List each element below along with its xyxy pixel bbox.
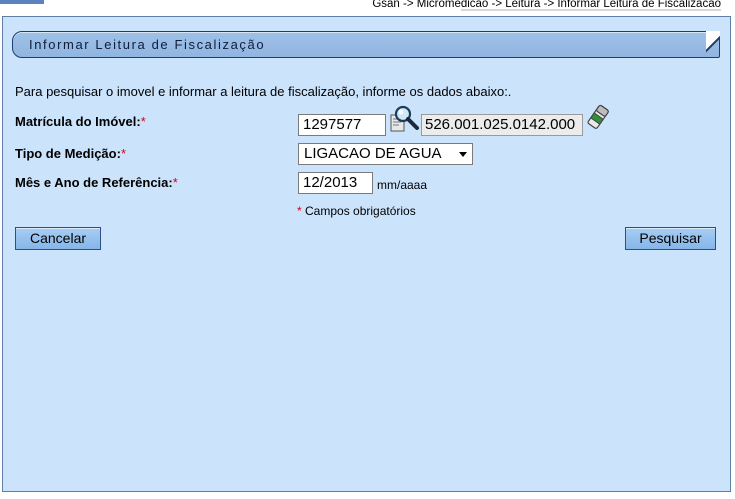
inscricao-field: 526.001.025.0142.000 bbox=[421, 114, 583, 136]
required-fields-note: * Campos obrigatórios bbox=[297, 204, 416, 218]
matricula-input[interactable]: 1297577 bbox=[298, 114, 386, 136]
top-left-tab bbox=[0, 0, 44, 4]
eraser-icon[interactable] bbox=[586, 104, 610, 132]
cancel-button[interactable]: Cancelar bbox=[15, 227, 101, 250]
tipo-medicao-selected: LIGACAO DE AGUA bbox=[304, 145, 442, 162]
magnifier-icon[interactable] bbox=[390, 105, 422, 133]
title-bar: Informar Leitura de Fiscalização bbox=[12, 31, 720, 58]
right-edge bbox=[731, 16, 735, 499]
date-format-hint: mm/aaaa bbox=[377, 178, 428, 192]
mes-ano-input[interactable]: 12/2013 bbox=[298, 172, 373, 194]
instructions-text: Para pesquisar o imovel e informar a lei… bbox=[15, 84, 512, 99]
tipo-medicao-select[interactable]: LIGACAO DE AGUA bbox=[298, 143, 473, 165]
page-title: Informar Leitura de Fiscalização bbox=[29, 37, 266, 52]
required-mark: * bbox=[120, 146, 126, 161]
mes-ano-label: Mês e Ano de Referência:* bbox=[15, 175, 178, 190]
required-mark: * bbox=[172, 175, 178, 190]
breadcrumb-underline bbox=[461, 9, 721, 11]
chevron-down-icon bbox=[459, 152, 467, 157]
tipo-medicao-label: Tipo de Medição:* bbox=[15, 146, 126, 161]
matricula-label: Matrícula do Imóvel:* bbox=[15, 114, 146, 129]
search-button[interactable]: Pesquisar bbox=[625, 227, 716, 250]
required-mark: * bbox=[140, 114, 146, 129]
